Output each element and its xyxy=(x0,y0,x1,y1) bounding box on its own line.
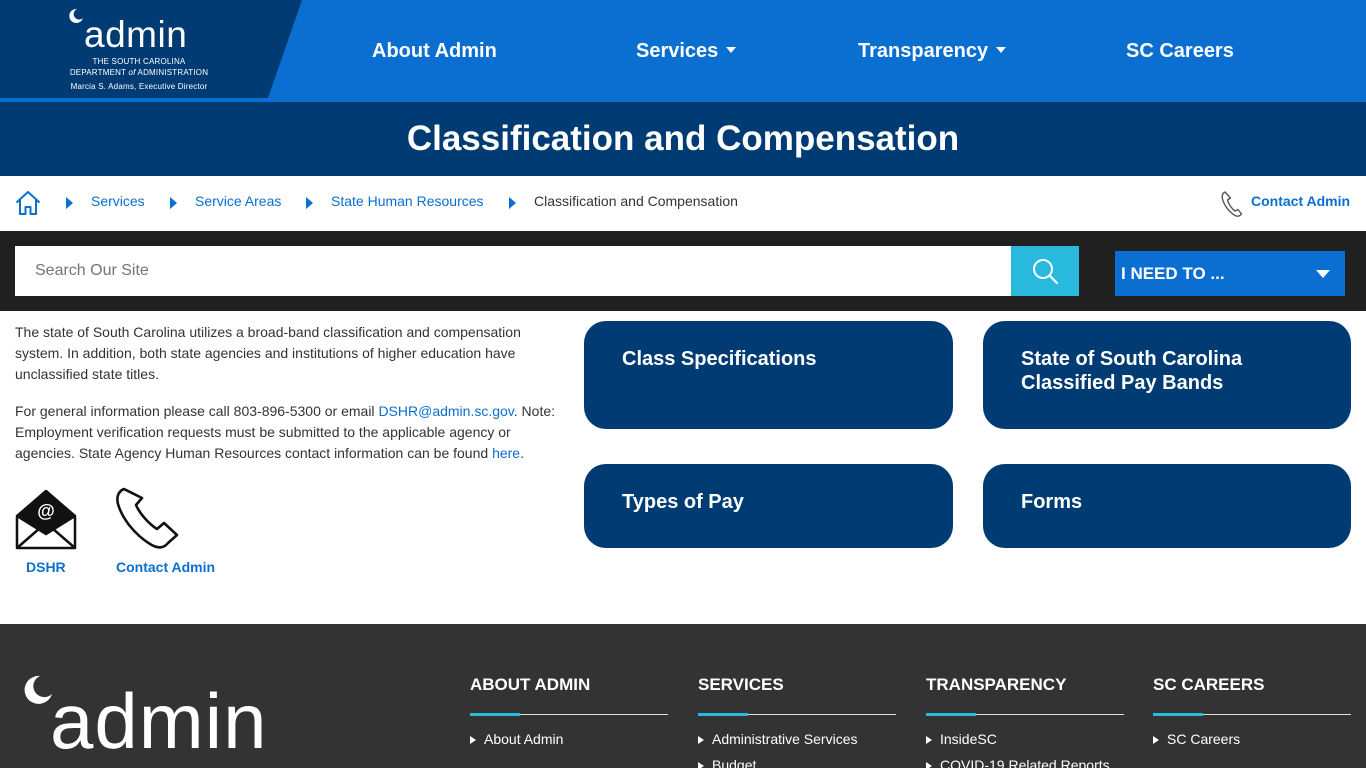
search-input[interactable] xyxy=(15,246,1011,296)
intro-text: The state of South Carolina utilizes a b… xyxy=(15,324,521,382)
chevron-right-icon xyxy=(509,197,516,209)
logo-wordmark: admin xyxy=(84,14,188,55)
caret-down-icon xyxy=(726,46,737,53)
footer-divider-accent xyxy=(698,713,748,716)
nav-transparency[interactable]: Transparency xyxy=(858,38,1007,64)
footer-heading-about-admin: ABOUT ADMIN xyxy=(470,675,591,694)
nav-about-admin[interactable]: About Admin xyxy=(372,38,497,64)
caret-down-icon xyxy=(1316,270,1330,278)
caret-down-icon xyxy=(996,46,1007,53)
chevron-right-icon xyxy=(170,197,177,209)
svg-text:@: @ xyxy=(37,501,55,521)
nav-sc-careers[interactable]: SC Careers xyxy=(1126,38,1234,64)
contact-info-text: For general information please call 803-… xyxy=(15,403,556,461)
dshr-link[interactable]: DSHR xyxy=(26,559,66,575)
home-icon[interactable] xyxy=(14,189,42,217)
email-envelope-icon[interactable]: @ xyxy=(15,488,77,550)
footer-link-budget[interactable]: Budget xyxy=(698,757,756,768)
footer-heading-services: SERVICES xyxy=(698,675,784,694)
page-title: Classification and Compensation xyxy=(406,119,960,158)
breadcrumb-service-areas[interactable]: Service Areas xyxy=(195,193,281,209)
page-title-banner: Classification and Compensation xyxy=(0,102,1366,176)
phone-icon[interactable] xyxy=(1220,190,1244,218)
breadcrumb-services[interactable]: Services xyxy=(91,193,145,209)
search-icon xyxy=(1033,259,1059,285)
moon-icon xyxy=(69,8,83,23)
hr-contacts-here-link[interactable]: here xyxy=(492,445,520,461)
breadcrumb-state-human-resources[interactable]: State Human Resources xyxy=(331,193,484,209)
footer-link-about-admin[interactable]: About Admin xyxy=(470,731,563,747)
footer-link-insidesc[interactable]: InsideSC xyxy=(926,731,997,747)
footer-heading-transparency: TRANSPARENCY xyxy=(926,675,1067,694)
nav-services[interactable]: Services xyxy=(636,38,737,64)
i-need-to-dropdown[interactable]: I NEED TO ... xyxy=(1115,251,1345,296)
footer-link-administrative-services[interactable]: Administrative Services xyxy=(698,731,858,747)
footer-link-sc-careers[interactable]: SC Careers xyxy=(1153,731,1240,747)
footer-heading-sc-careers: SC CAREERS xyxy=(1153,675,1265,694)
chevron-right-icon xyxy=(66,197,73,209)
logo-tagline-director: Marcia S. Adams, Executive Director xyxy=(70,82,208,91)
card-types-of-pay[interactable]: Types of Pay xyxy=(584,464,953,548)
logo-tagline-state: THE SOUTH CAROLINA xyxy=(92,57,186,66)
breadcrumb-current: Classification and Compensation xyxy=(534,193,738,209)
card-class-specifications[interactable]: Class Specifications xyxy=(584,321,953,429)
i-need-to-label: I NEED TO ... xyxy=(1121,264,1225,283)
dshr-email-link[interactable]: DSHR@admin.sc.gov xyxy=(378,403,513,419)
footer-logo-wordmark[interactable]: admin xyxy=(50,678,267,764)
footer-divider-accent xyxy=(470,713,520,716)
footer-divider-accent xyxy=(1153,713,1203,716)
contact-admin-icon-link[interactable]: Contact Admin xyxy=(116,559,215,575)
card-forms[interactable]: Forms xyxy=(983,464,1351,548)
chevron-right-icon xyxy=(306,197,313,209)
phone-icon[interactable] xyxy=(114,486,180,552)
logo-tagline-department: DEPARTMENT of ADMINISTRATION xyxy=(69,68,209,77)
footer-divider-accent xyxy=(926,713,976,716)
footer-link-covid-reports[interactable]: COVID-19 Related Reports xyxy=(926,757,1110,768)
card-classified-pay-bands[interactable]: State of South Carolina Classified Pay B… xyxy=(983,321,1351,429)
search-button[interactable] xyxy=(1011,246,1079,296)
contact-admin-link[interactable]: Contact Admin xyxy=(1251,193,1350,209)
